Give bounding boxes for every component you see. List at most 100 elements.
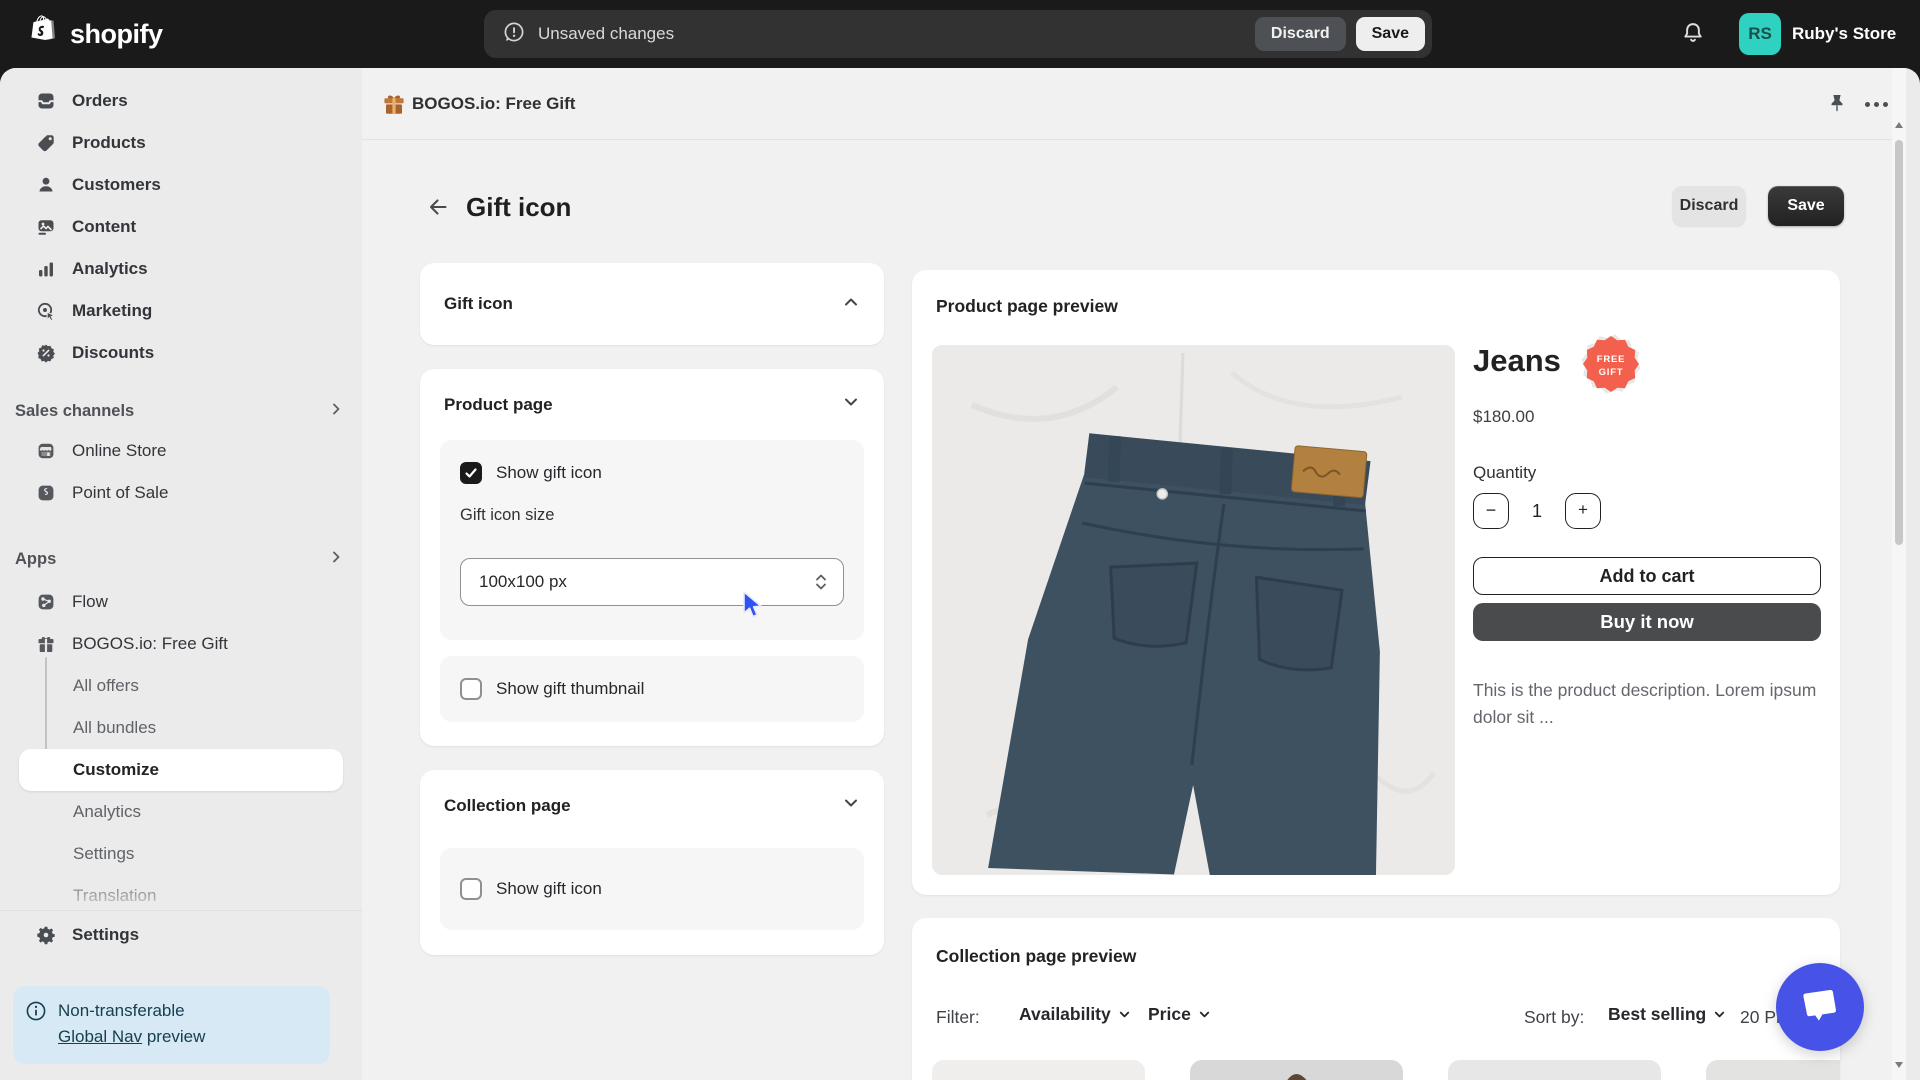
sidebar-item-flow[interactable]: Flow — [8, 581, 354, 623]
topbar-save-button[interactable]: Save — [1355, 17, 1425, 51]
show-gift-icon-row[interactable]: Show gift icon — [460, 462, 844, 484]
page-title: Gift icon — [466, 192, 572, 222]
page-discard-button[interactable]: Discard — [1672, 186, 1746, 226]
collection-page-section-header[interactable]: Collection page — [420, 770, 884, 817]
sort-dropdown[interactable]: Best selling — [1608, 1004, 1726, 1025]
sidebar-item-settings[interactable]: Settings — [8, 914, 354, 956]
buy-it-now-button[interactable]: Buy it now — [1473, 603, 1821, 641]
gift-box-icon — [382, 92, 406, 121]
sidebar-item-discounts[interactable]: Discounts — [8, 332, 354, 374]
collection-thumbnail-placeholder — [1448, 1060, 1661, 1080]
add-to-cart-button[interactable]: Add to cart — [1473, 557, 1821, 595]
sidebar-item-all-bundles[interactable]: All bundles — [8, 707, 354, 749]
scroll-up-arrow[interactable] — [1895, 122, 1903, 128]
sidebar-item-bogos[interactable]: BOGOS.io: Free Gift — [8, 623, 354, 665]
collection-thumbnail-placeholder — [1706, 1060, 1840, 1080]
sidebar-item-app-analytics[interactable]: Analytics — [8, 791, 354, 833]
gift-icon-size-label: Gift icon size — [460, 506, 555, 524]
scroll-down-arrow[interactable] — [1895, 1062, 1903, 1068]
preview-title: Collection page preview — [936, 946, 1137, 966]
sidebar-item-marketing[interactable]: Marketing — [8, 290, 354, 332]
collection-page-section-card: Collection page Show gift icon — [420, 770, 884, 955]
bar-chart-icon — [36, 259, 56, 279]
sidebar-item-label: Products — [72, 133, 146, 152]
section-title: Gift icon — [444, 294, 513, 313]
gear-icon — [36, 925, 56, 945]
topbar-discard-button[interactable]: Discard — [1254, 17, 1346, 51]
caret-down-icon — [1119, 1011, 1129, 1018]
global-nav-link[interactable]: Global Nav — [58, 1027, 142, 1046]
collection-thumbnail-model — [1190, 1060, 1403, 1080]
sidebar-item-label: Settings — [72, 925, 140, 944]
filter-label: Filter: — [936, 1007, 980, 1027]
svg-text:GIFT: GIFT — [1598, 367, 1623, 378]
sidebar-footer: Settings Non-transferable Global Nav pre… — [0, 910, 362, 1080]
sidebar-item-label: Marketing — [72, 301, 153, 320]
page-save-button[interactable]: Save — [1768, 186, 1844, 226]
global-nav-banner: Non-transferable Global Nav preview — [13, 986, 330, 1064]
store-avatar[interactable]: RS — [1739, 13, 1781, 55]
product-page-gift-icon-group: Show gift icon Gift icon size 100x100 px — [440, 440, 864, 640]
section-title: Collection page — [444, 795, 571, 815]
product-price: $180.00 — [1473, 407, 1535, 426]
product-page-section-header[interactable]: Product page — [420, 369, 884, 416]
quantity-label: Quantity — [1473, 463, 1537, 482]
shopify-bag-icon — [30, 14, 62, 55]
show-gift-thumbnail-checkbox[interactable] — [460, 678, 482, 700]
sidebar-section-sales-channels[interactable]: Sales channels — [15, 394, 344, 428]
more-options-button[interactable] — [1858, 86, 1894, 122]
flow-app-icon — [36, 592, 56, 612]
pin-icon — [1827, 93, 1847, 116]
sidebar-item-customize[interactable]: Customize — [19, 749, 343, 791]
sidebar-item-point-of-sale[interactable]: Point of Sale — [8, 472, 354, 514]
sidebar-item-app-settings[interactable]: Settings — [8, 833, 354, 875]
show-gift-thumbnail-row[interactable]: Show gift thumbnail — [460, 678, 644, 700]
sub-item-label: All offers — [73, 676, 139, 695]
sub-item-label: All bundles — [73, 718, 157, 737]
sidebar-item-orders[interactable]: Orders — [8, 80, 354, 122]
chevron-right-icon — [328, 401, 344, 422]
quantity-increment-button[interactable]: + — [1565, 493, 1601, 529]
sidebar-item-products[interactable]: Products — [8, 122, 354, 164]
show-gift-icon-checkbox[interactable] — [460, 462, 482, 484]
person-icon — [36, 175, 56, 195]
sidebar-item-content[interactable]: Content — [8, 206, 354, 248]
product-description: This is the product description. Lorem i… — [1473, 680, 1817, 727]
notifications-button[interactable] — [1671, 12, 1715, 56]
sidebar-item-label: Customers — [72, 175, 161, 194]
back-button[interactable] — [420, 190, 456, 226]
sidebar-item-online-store[interactable]: Online Store — [8, 430, 354, 472]
pin-button[interactable] — [1819, 86, 1855, 122]
caret-down-icon — [1199, 1011, 1209, 1018]
quantity-decrement-button[interactable]: − — [1473, 493, 1509, 529]
collection-show-gift-icon-checkbox[interactable] — [460, 878, 482, 900]
sidebar-section-apps[interactable]: Apps — [15, 542, 344, 576]
quantity-value: 1 — [1531, 500, 1542, 521]
section-title: Product page — [444, 394, 553, 414]
sidebar-item-label: Content — [72, 217, 137, 236]
collection-filter-row: Filter: Availability Price Sort by: Best… — [936, 1004, 1833, 1034]
collection-show-gift-icon-row[interactable]: Show gift icon — [460, 878, 602, 900]
store-name[interactable]: Ruby's Store — [1792, 24, 1896, 44]
main-content: BOGOS.io: Free Gift Gift icon Discard Sa… — [362, 68, 1906, 1080]
gift-icon-size-select[interactable]: 100x100 px — [460, 558, 844, 606]
sidebar-item-all-offers[interactable]: All offers — [8, 665, 354, 707]
sub-item-label: Customize — [73, 760, 159, 779]
sidebar-nav: Orders Products Customers Content Analyt… — [0, 68, 362, 1080]
shopify-wordmark: shopify — [70, 19, 163, 49]
image-icon — [36, 217, 56, 237]
sidebar-item-analytics[interactable]: Analytics — [8, 248, 354, 290]
sidebar-item-customers[interactable]: Customers — [8, 164, 354, 206]
dropdown-label: Best selling — [1608, 1004, 1707, 1024]
availability-filter-dropdown[interactable]: Availability — [1019, 1004, 1131, 1025]
app-title: BOGOS.io: Free Gift — [412, 93, 576, 113]
price-filter-dropdown[interactable]: Price — [1148, 1004, 1211, 1025]
chat-widget-button[interactable] — [1776, 963, 1864, 1051]
scrollbar-thumb[interactable] — [1895, 140, 1903, 545]
gift-icon — [36, 634, 56, 654]
banner-line1: Non-transferable — [58, 1001, 185, 1020]
sidebar-item-label: Point of Sale — [72, 483, 169, 502]
shopify-logo[interactable]: shopify — [30, 14, 163, 55]
gift-icon-section-card[interactable]: Gift icon — [420, 263, 884, 345]
vertical-scrollbar[interactable] — [1892, 68, 1906, 1080]
